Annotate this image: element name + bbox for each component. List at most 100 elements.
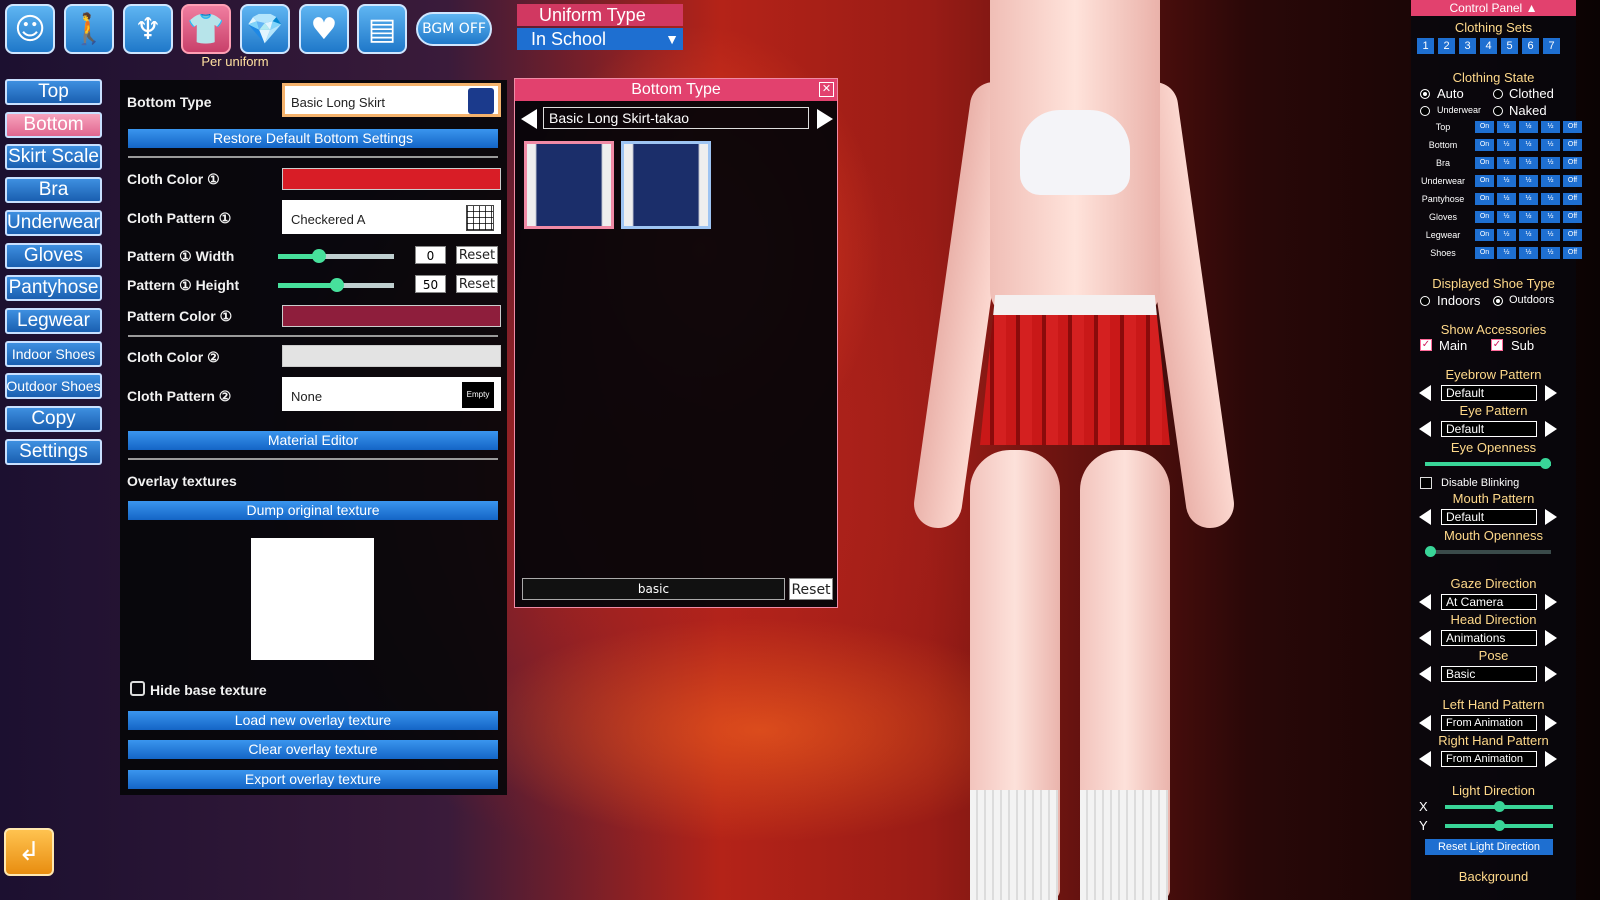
clothing-icon[interactable]: 👕 <box>181 4 231 54</box>
light-x-knob[interactable] <box>1493 801 1505 812</box>
state-bra-half-toggle[interactable]: ½ <box>1497 157 1516 169</box>
state-underwear-off-toggle[interactable]: Off <box>1563 175 1582 187</box>
sidebar-item-skirt-scale[interactable]: Skirt Scale <box>5 144 102 171</box>
cloth-pattern-2-field[interactable]: None Empty <box>282 377 501 411</box>
skirt-thumbnail-1[interactable] <box>524 141 614 229</box>
state-top-off-toggle[interactable]: Off <box>1563 121 1582 133</box>
state-pantyhose-half-toggle[interactable]: ½ <box>1541 193 1560 205</box>
mouth-next-icon[interactable] <box>1545 509 1557 525</box>
disable-blinking-checkbox[interactable] <box>1420 477 1432 489</box>
state-shoes-half-toggle[interactable]: ½ <box>1519 247 1538 259</box>
state-bottom-half-toggle[interactable]: ½ <box>1519 139 1538 151</box>
body-icon[interactable]: 🚶 <box>64 4 114 54</box>
sidebar-item-outdoor-shoes[interactable]: Outdoor Shoes <box>5 373 102 400</box>
pattern-height-slider[interactable] <box>278 278 394 292</box>
material-editor-button[interactable]: Material Editor <box>128 431 498 450</box>
state-legwear-half-toggle[interactable]: ½ <box>1519 229 1538 241</box>
pattern-color-swatch[interactable] <box>282 305 501 327</box>
skirt-thumbnail-2[interactable] <box>621 141 711 229</box>
state-top-on-toggle[interactable]: On <box>1475 121 1494 133</box>
head-next-icon[interactable] <box>1545 630 1557 646</box>
state-gloves-half-toggle[interactable]: ½ <box>1519 211 1538 223</box>
state-shoes-half-toggle[interactable]: ½ <box>1541 247 1560 259</box>
clothing-set-6-button[interactable]: 6 <box>1522 38 1539 54</box>
eye-openness-slider[interactable] <box>1425 458 1551 469</box>
state-bra-off-toggle[interactable]: Off <box>1563 157 1582 169</box>
state-underwear-half-toggle[interactable]: ½ <box>1541 175 1560 187</box>
state-shoes-on-toggle[interactable]: On <box>1475 247 1494 259</box>
gaze-prev-icon[interactable] <box>1419 594 1431 610</box>
state-pantyhose-on-toggle[interactable]: On <box>1475 193 1494 205</box>
gaze-next-icon[interactable] <box>1545 594 1557 610</box>
state-legwear-on-toggle[interactable]: On <box>1475 229 1494 241</box>
clothing-set-4-button[interactable]: 4 <box>1480 38 1497 54</box>
outdoors-radio[interactable] <box>1493 296 1503 306</box>
clothed-radio[interactable] <box>1493 89 1503 99</box>
state-bottom-half-toggle[interactable]: ½ <box>1541 139 1560 151</box>
clothing-set-7-button[interactable]: 7 <box>1543 38 1560 54</box>
mouth-prev-icon[interactable] <box>1419 509 1431 525</box>
dump-original-texture-button[interactable]: Dump original texture <box>128 501 498 520</box>
mouth-openness-slider[interactable] <box>1425 546 1551 557</box>
return-arrow-icon[interactable]: ↲ <box>4 828 54 876</box>
state-pantyhose-off-toggle[interactable]: Off <box>1563 193 1582 205</box>
state-bra-on-toggle[interactable]: On <box>1475 157 1494 169</box>
state-bra-half-toggle[interactable]: ½ <box>1519 157 1538 169</box>
sidebar-item-copy[interactable]: Copy <box>5 406 102 432</box>
eyebrow-next-icon[interactable] <box>1545 385 1557 401</box>
state-legwear-off-toggle[interactable]: Off <box>1563 229 1582 241</box>
state-underwear-half-toggle[interactable]: ½ <box>1497 175 1516 187</box>
clothing-set-5-button[interactable]: 5 <box>1501 38 1518 54</box>
next-arrow-icon[interactable] <box>817 109 833 129</box>
main-accessory-checkbox[interactable]: ✓ <box>1420 339 1432 351</box>
previous-arrow-icon[interactable] <box>521 109 537 129</box>
sidebar-item-top[interactable]: Top <box>5 79 102 105</box>
sidebar-item-bottom[interactable]: Bottom <box>5 111 102 138</box>
pose-prev-icon[interactable] <box>1419 666 1431 682</box>
accessory-icon[interactable]: 💎 <box>240 4 290 54</box>
pattern-height-input[interactable]: 50 <box>415 275 446 293</box>
pattern-height-knob[interactable] <box>330 278 344 292</box>
clothing-set-3-button[interactable]: 3 <box>1459 38 1476 54</box>
state-bra-half-toggle[interactable]: ½ <box>1541 157 1560 169</box>
eye-prev-icon[interactable] <box>1419 421 1431 437</box>
sidebar-item-legwear[interactable]: Legwear <box>5 307 102 334</box>
hair-icon[interactable]: ♆ <box>123 4 173 54</box>
light-x-slider[interactable] <box>1445 801 1553 812</box>
state-pantyhose-half-toggle[interactable]: ½ <box>1497 193 1516 205</box>
state-gloves-on-toggle[interactable]: On <box>1475 211 1494 223</box>
sidebar-item-indoor-shoes[interactable]: Indoor Shoes <box>5 340 102 367</box>
auto-radio[interactable] <box>1420 89 1430 99</box>
left-hand-prev-icon[interactable] <box>1419 715 1431 731</box>
head-prev-icon[interactable] <box>1419 630 1431 646</box>
underwear-radio[interactable] <box>1420 106 1430 116</box>
cloth-pattern-1-field[interactable]: Checkered A <box>282 200 501 234</box>
bgm-toggle-button[interactable]: BGM OFF <box>416 12 492 46</box>
eye-next-icon[interactable] <box>1545 421 1557 437</box>
indoors-radio[interactable] <box>1420 296 1430 306</box>
state-top-half-toggle[interactable]: ½ <box>1541 121 1560 133</box>
state-gloves-half-toggle[interactable]: ½ <box>1497 211 1516 223</box>
pose-next-icon[interactable] <box>1545 666 1557 682</box>
state-bottom-off-toggle[interactable]: Off <box>1563 139 1582 151</box>
light-y-slider[interactable] <box>1445 820 1553 831</box>
uniform-type-dropdown[interactable]: In School ▼ <box>517 28 683 50</box>
eye-openness-knob[interactable] <box>1540 458 1551 469</box>
sidebar-item-underwear[interactable]: Underwear <box>5 209 102 236</box>
sidebar-item-bra[interactable]: Bra <box>5 177 102 204</box>
document-icon[interactable]: ▤ <box>357 4 407 54</box>
search-reset-button[interactable]: Reset <box>789 578 833 600</box>
pattern-width-input[interactable]: 0 <box>415 246 446 264</box>
right-hand-prev-icon[interactable] <box>1419 751 1431 767</box>
cloth-color-2-swatch[interactable] <box>282 345 501 367</box>
bottom-type-field[interactable]: Basic Long Skirt <box>282 83 501 117</box>
clothing-set-1-button[interactable]: 1 <box>1417 38 1434 54</box>
sidebar-item-pantyhose[interactable]: Pantyhose <box>5 275 102 302</box>
state-top-half-toggle[interactable]: ½ <box>1497 121 1516 133</box>
load-overlay-texture-button[interactable]: Load new overlay texture <box>128 711 498 730</box>
naked-radio[interactable] <box>1493 106 1503 116</box>
close-icon[interactable]: ✕ <box>819 82 834 97</box>
restore-default-button[interactable]: Restore Default Bottom Settings <box>128 129 498 148</box>
state-bottom-on-toggle[interactable]: On <box>1475 139 1494 151</box>
heart-icon[interactable]: ♥ <box>299 4 349 54</box>
